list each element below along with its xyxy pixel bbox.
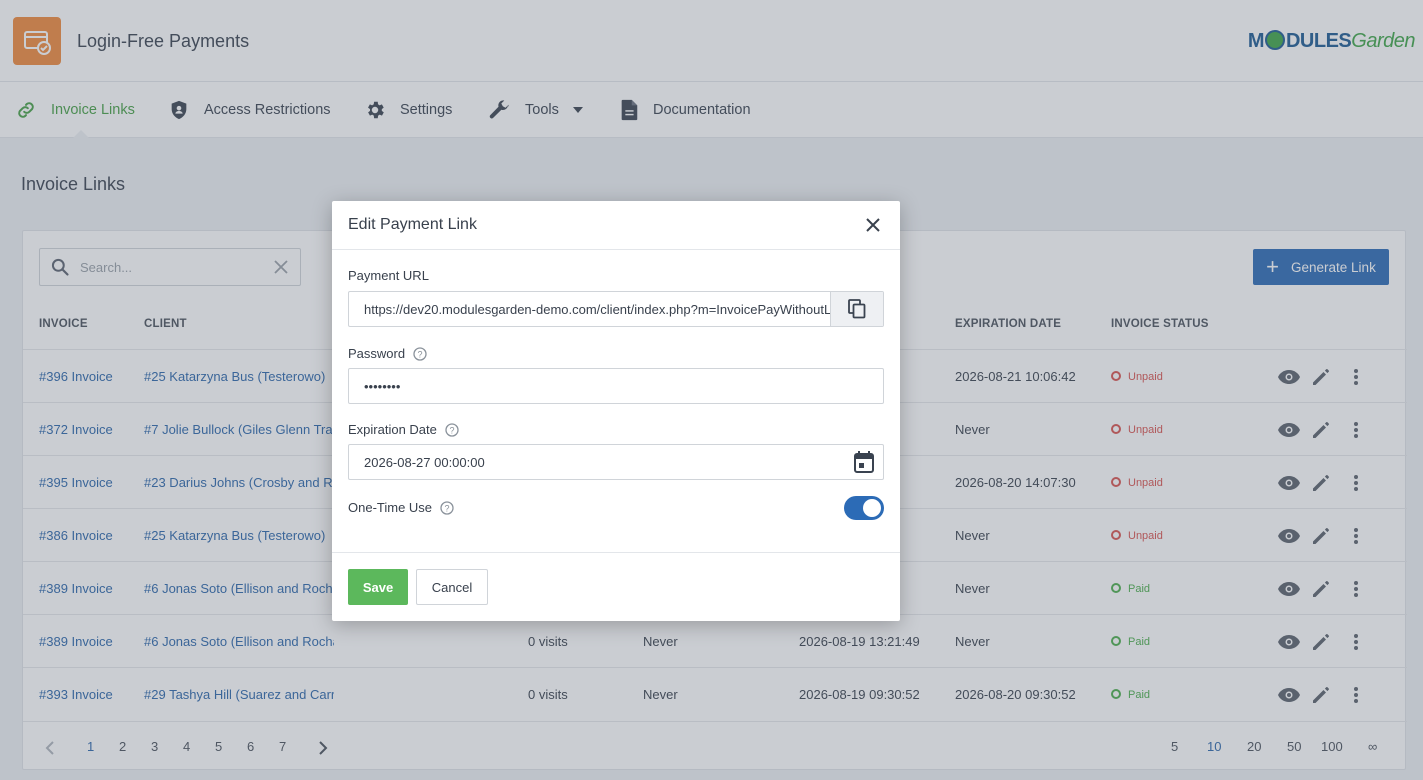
divider: [332, 552, 900, 553]
payment-url-label: Payment URL: [348, 268, 429, 283]
password-label: Password ?: [348, 346, 427, 361]
one-time-use-toggle[interactable]: [844, 496, 884, 520]
close-icon[interactable]: [864, 216, 882, 234]
copy-icon: [848, 299, 866, 319]
help-icon[interactable]: ?: [440, 500, 454, 515]
divider: [332, 249, 900, 250]
payment-url-value[interactable]: https://dev20.modulesgarden-demo.com/cli…: [349, 302, 830, 317]
edit-payment-link-modal: Edit Payment Link Payment URL https://de…: [332, 201, 900, 621]
toggle-knob: [863, 499, 881, 517]
calendar-icon[interactable]: [854, 451, 874, 473]
expiration-date-value[interactable]: 2026-08-27 00:00:00: [349, 455, 854, 470]
one-time-use-label: One-Time Use ?: [348, 500, 454, 515]
help-icon[interactable]: ?: [445, 422, 459, 437]
save-button[interactable]: Save: [348, 569, 408, 605]
modal-title: Edit Payment Link: [348, 216, 477, 233]
svg-text:?: ?: [418, 349, 423, 359]
copy-button[interactable]: [830, 292, 883, 326]
svg-text:?: ?: [445, 503, 450, 513]
password-field[interactable]: ••••••••: [348, 368, 884, 404]
payment-url-field[interactable]: https://dev20.modulesgarden-demo.com/cli…: [348, 291, 884, 327]
password-value[interactable]: ••••••••: [349, 379, 883, 394]
expiration-date-label: Expiration Date ?: [348, 422, 459, 437]
help-icon[interactable]: ?: [413, 346, 427, 361]
expiration-date-field[interactable]: 2026-08-27 00:00:00: [348, 444, 884, 480]
svg-text:?: ?: [449, 425, 454, 435]
cancel-button[interactable]: Cancel: [416, 569, 488, 605]
